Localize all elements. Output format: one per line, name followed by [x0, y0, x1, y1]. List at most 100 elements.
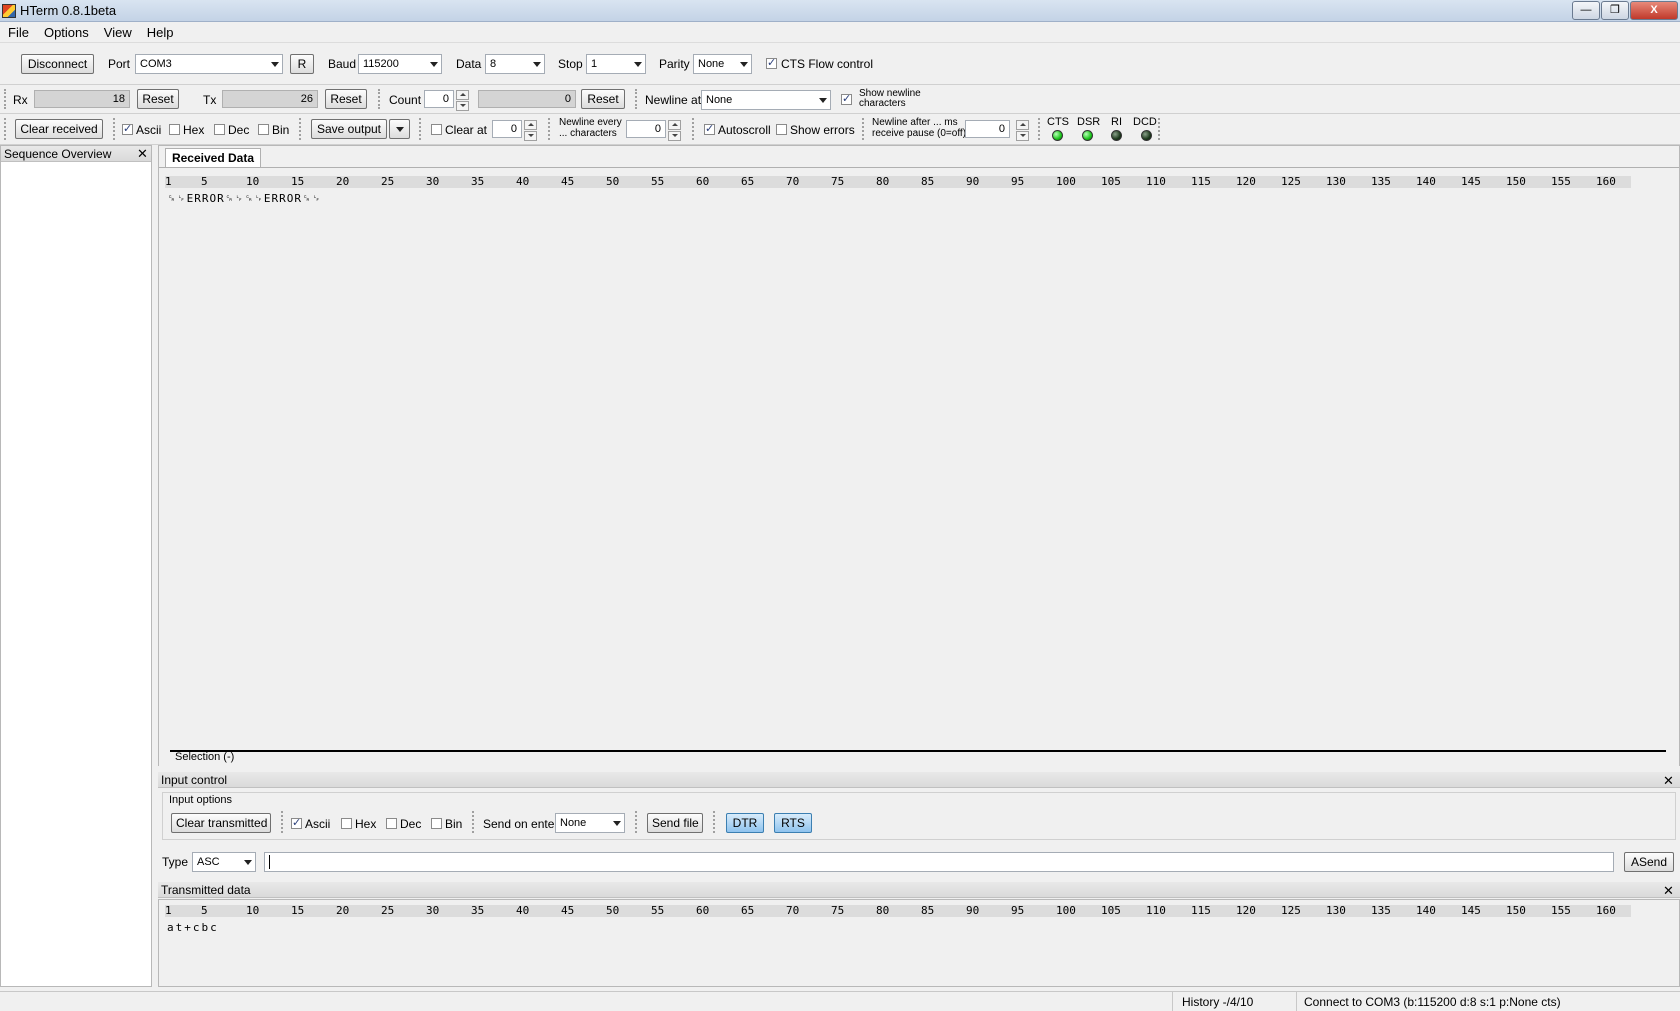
count-reset-button[interactable]: Reset	[581, 89, 625, 109]
menu-help[interactable]: Help	[139, 22, 181, 40]
clear-received-button[interactable]: Clear received	[15, 119, 103, 139]
minimize-button[interactable]: —	[1572, 1, 1600, 20]
disconnect-button[interactable]: Disconnect	[21, 54, 94, 74]
data-bits-label: Data	[456, 57, 482, 71]
ascii-checkbox[interactable]	[122, 122, 133, 135]
count-input[interactable]: 0	[424, 90, 454, 108]
ruler-tick-label: 35	[471, 175, 485, 188]
input-bin-checkbox[interactable]	[431, 818, 442, 829]
toolbar-grip[interactable]	[113, 118, 118, 140]
close-icon[interactable]: ✕	[1663, 774, 1674, 787]
stop-bits-select[interactable]: 1	[586, 54, 646, 74]
input-hex-checkbox[interactable]	[341, 818, 352, 829]
data-bits-value: 8	[490, 58, 497, 70]
ruler-tick-label: 80	[876, 904, 890, 917]
port-select[interactable]: COM3	[135, 54, 283, 74]
cts-flow-checkbox[interactable]	[766, 56, 777, 69]
maximize-button[interactable]: ❐	[1601, 1, 1629, 20]
rescan-ports-button[interactable]: R	[290, 54, 314, 74]
input-ascii-checkbox[interactable]	[291, 816, 302, 829]
autoscroll-label: Autoscroll	[718, 123, 771, 137]
spin-up-icon[interactable]	[524, 120, 537, 130]
clear-at-spinner[interactable]	[524, 120, 537, 141]
count-spinner[interactable]	[456, 90, 469, 111]
toolbar-grip[interactable]	[548, 118, 553, 140]
spin-down-icon[interactable]	[524, 131, 537, 141]
toolbar-grip[interactable]	[4, 89, 9, 109]
stop-bits-label: Stop	[558, 57, 583, 71]
spin-down-icon[interactable]	[456, 101, 469, 111]
spin-up-icon[interactable]	[1016, 120, 1029, 130]
ruler-tick-label: 1	[165, 175, 172, 188]
received-data-view[interactable]: 1 5 10 15 20 25 30 35 40 45 50 55 60 65 70 75 80 85 90 95 10…	[159, 167, 1679, 766]
toolbar-grip[interactable]	[713, 811, 718, 833]
bin-checkbox[interactable]	[258, 124, 269, 135]
data-bits-select[interactable]: 8	[485, 54, 545, 74]
send-text-input[interactable]	[264, 852, 1614, 872]
menu-options[interactable]: Options	[36, 22, 96, 40]
spin-up-icon[interactable]	[456, 90, 469, 100]
ruler-tick-label: 130	[1326, 175, 1346, 188]
toolbar-grip[interactable]	[862, 118, 867, 140]
input-dec-checkbox[interactable]	[386, 818, 397, 829]
autoscroll-checkbox[interactable]	[704, 122, 715, 135]
clear-at-checkbox[interactable]	[431, 124, 442, 135]
close-icon[interactable]: ✕	[137, 147, 148, 160]
sequence-overview-panel: Sequence Overview ✕	[0, 145, 152, 987]
type-select[interactable]: ASC	[192, 852, 256, 872]
connection-toolbar: Disconnect Port COM3 R Baud 115200 Data …	[0, 44, 1680, 85]
newline-every-input[interactable]: 0	[626, 120, 666, 138]
toolbar-grip[interactable]	[472, 811, 477, 833]
newline-every-spinner[interactable]	[668, 120, 681, 141]
asend-button[interactable]: ASend	[1624, 852, 1674, 872]
dec-label: Dec	[228, 123, 250, 137]
ruler-tick-label: 120	[1236, 904, 1256, 917]
dtr-toggle-button[interactable]: DTR	[726, 813, 764, 833]
toolbar-grip[interactable]	[635, 811, 640, 833]
clear-transmitted-button[interactable]: Clear transmitted	[171, 813, 271, 833]
toolbar-grip[interactable]	[1158, 118, 1163, 140]
toolbar-grip[interactable]	[281, 811, 286, 833]
newline-at-select[interactable]: None	[701, 90, 831, 110]
ruler-tick-label: 150	[1506, 175, 1526, 188]
ruler-tick-label: 140	[1416, 175, 1436, 188]
toolbar-grip[interactable]	[378, 89, 383, 109]
tx-count: 26	[222, 90, 318, 108]
title-bar: HTerm 0.8.1beta — ❐ X	[0, 0, 1680, 22]
hex-checkbox[interactable]	[169, 124, 180, 135]
toolbar-grip[interactable]	[299, 118, 304, 140]
save-output-button[interactable]: Save output	[311, 119, 387, 139]
menu-file[interactable]: File	[0, 22, 36, 40]
spin-up-icon[interactable]	[668, 120, 681, 130]
tab-received-data[interactable]: Received Data	[165, 148, 261, 168]
show-errors-checkbox[interactable]	[776, 124, 787, 135]
dec-checkbox[interactable]	[214, 124, 225, 135]
ruler-tick-label: 160	[1596, 904, 1616, 917]
rx-reset-button[interactable]: Reset	[137, 89, 179, 109]
send-on-enter-select[interactable]: None	[555, 813, 625, 833]
toolbar-grip[interactable]	[1038, 118, 1043, 140]
tx-reset-button[interactable]: Reset	[325, 89, 367, 109]
ruler-tick-label: 65	[741, 175, 755, 188]
type-value: ASC	[197, 856, 220, 868]
spin-down-icon[interactable]	[1016, 131, 1029, 141]
toolbar-grip[interactable]	[692, 118, 697, 140]
spin-down-icon[interactable]	[668, 131, 681, 141]
save-output-menu-button[interactable]	[389, 119, 410, 139]
toolbar-grip[interactable]	[635, 89, 640, 109]
newline-after-spinner[interactable]	[1016, 120, 1029, 141]
newline-after-input[interactable]: 0	[965, 120, 1010, 138]
menu-view[interactable]: View	[96, 22, 139, 40]
close-icon[interactable]: ✕	[1663, 884, 1674, 897]
clear-at-input[interactable]: 0	[492, 120, 522, 138]
parity-select[interactable]: None	[693, 54, 752, 74]
baud-select[interactable]: 115200	[358, 54, 442, 74]
show-newline-checkbox[interactable]	[841, 92, 852, 105]
toolbar-grip[interactable]	[419, 118, 424, 140]
rts-toggle-button[interactable]: RTS	[774, 813, 812, 833]
close-button[interactable]: X	[1630, 1, 1678, 20]
chevron-down-icon	[613, 821, 621, 826]
transmitted-data-view[interactable]: 1 5 10 15 20 25 30 35 40 45 50 55 60 65 70 75 80 85 90 95 10…	[158, 899, 1680, 987]
send-file-button[interactable]: Send file	[647, 813, 703, 833]
toolbar-grip[interactable]	[4, 118, 9, 140]
